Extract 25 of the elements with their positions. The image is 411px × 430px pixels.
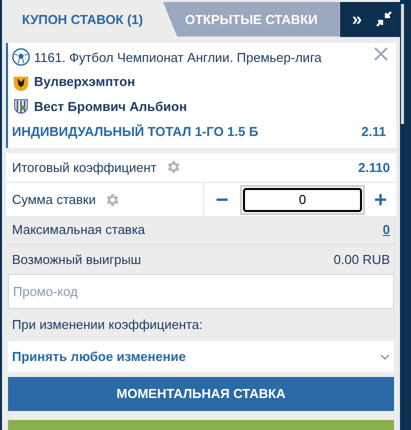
odds-change-select[interactable]: Принять любое изменение xyxy=(8,341,394,372)
soccer-ball-icon xyxy=(12,48,30,66)
odds-value: 2.11 xyxy=(361,123,386,142)
chevron-down-icon xyxy=(380,354,390,360)
total-odds-label: Итоговый коэффициент xyxy=(12,158,157,177)
possible-win-label: Возможный выигрыш xyxy=(12,250,142,269)
shield-crest-icon xyxy=(12,97,30,116)
close-button[interactable] xyxy=(374,46,388,61)
expand-button[interactable]: » xyxy=(352,10,362,28)
team-name: Вест Бромвич Альбион xyxy=(34,98,187,116)
possible-win-value: 0.00 RUB xyxy=(334,250,390,269)
max-stake-link[interactable]: 0 xyxy=(382,220,390,240)
total-odds-value: 2.110 xyxy=(358,158,390,177)
decrease-button[interactable]: − xyxy=(204,183,240,216)
collapse-icon[interactable] xyxy=(376,11,392,28)
instant-bet-button[interactable]: МОМЕНТАЛЬНАЯ СТАВКА xyxy=(8,376,394,412)
market-name: ИНДИВИДУАЛЬНЫЙ ТОТАЛ 1-ГО 1.5 Б xyxy=(12,123,258,142)
max-stake-label: Максимальная ставка xyxy=(12,221,146,240)
stake-label: Сумма ставки xyxy=(12,191,96,210)
team-name: Вулверхэмптон xyxy=(34,73,136,92)
increase-button[interactable]: + xyxy=(365,183,396,216)
stake-field[interactable]: 0 xyxy=(240,184,365,215)
promo-code-field[interactable]: Промо-код xyxy=(8,274,394,309)
event-title: 1161. Футбол Чемпионат Англии. Премьер-лига xyxy=(34,48,322,67)
odds-change-label: При изменении коэффициента: xyxy=(12,316,203,334)
